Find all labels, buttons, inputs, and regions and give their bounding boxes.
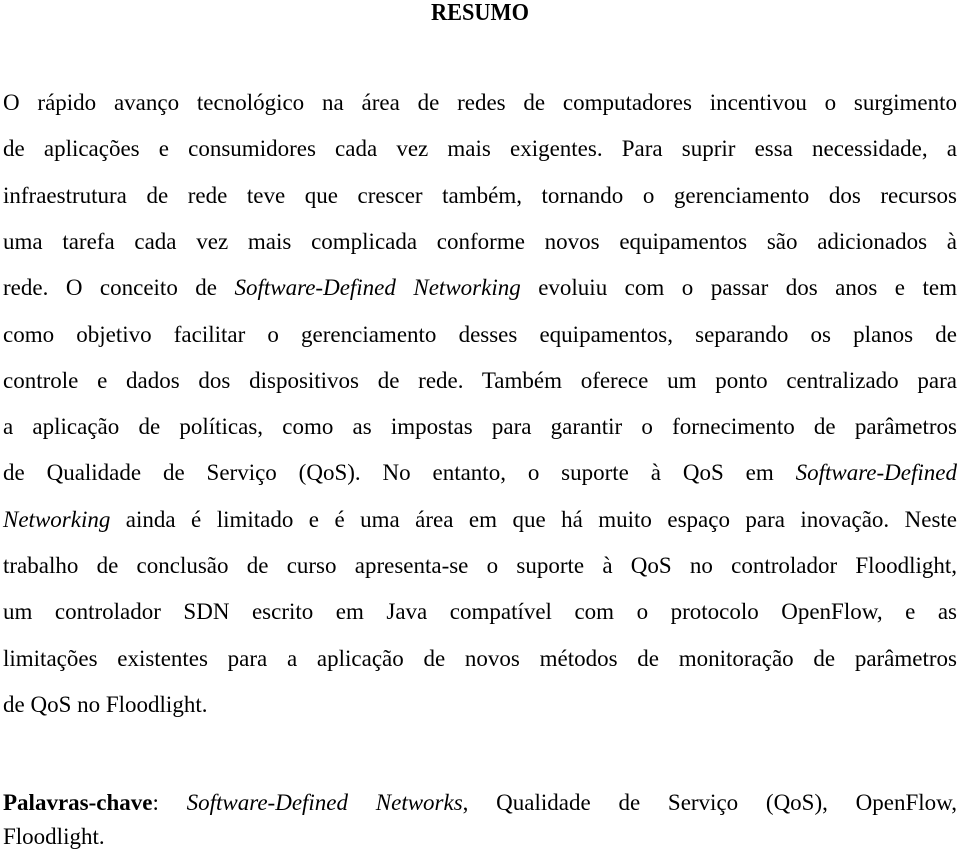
abstract-line: Networking ainda é limitado e é uma área… — [3, 505, 957, 535]
text-run: como objetivo facilitar o gerenciamento … — [3, 321, 957, 347]
abstract-line: trabalho de conclusão de curso apresenta… — [3, 551, 957, 581]
text-run: controle e dados dos dispositivos de red… — [3, 367, 957, 393]
text-run: uma tarefa cada vez mais complicada conf… — [3, 228, 957, 254]
text-run: trabalho de conclusão de curso apresenta… — [3, 553, 957, 578]
abstract-line: rede. O conceito de Software-Defined Net… — [3, 273, 957, 303]
abstract-line: O rápido avanço tecnológico na área de r… — [3, 88, 957, 118]
text-run: rede. O conceito de — [3, 275, 235, 301]
abstract-line: de QoS no Floodlight. — [3, 690, 957, 720]
text-run: Floodlight. — [3, 824, 105, 849]
text-run: de aplicações e consumidores cada vez ma… — [3, 136, 957, 162]
italic-term: Software-Defined — [795, 460, 957, 486]
text-run: , Qualidade de Serviço (QoS), OpenFlow, — [462, 790, 958, 815]
abstract-line: infraestrutura de rede teve que crescer … — [3, 181, 957, 211]
text-run: a aplicação de políticas, como as impost… — [3, 414, 957, 440]
text-run: de QoS no Floodlight. — [3, 691, 208, 717]
abstract-line: a aplicação de políticas, como as impost… — [3, 412, 957, 442]
abstract-line: como objetivo facilitar o gerenciamento … — [3, 320, 957, 350]
text-run: : — [152, 790, 187, 815]
abstract-line: de aplicações e consumidores cada vez ma… — [3, 134, 957, 164]
text-run: infraestrutura de rede teve que crescer … — [3, 182, 957, 208]
abstract-line: uma tarefa cada vez mais complicada conf… — [3, 227, 957, 257]
text-run: evoluiu com o passar dos anos e tem — [520, 275, 957, 301]
keywords-label: Palavras-chave — [3, 790, 153, 815]
text-run: O rápido avanço tecnológico na área de r… — [3, 90, 957, 115]
text-run: de Qualidade de Serviço (QoS). No entant… — [3, 460, 796, 486]
italic-term: Software-Defined Networks — [186, 790, 463, 815]
abstract-line: um controlador SDN escrito em Java compa… — [3, 597, 957, 627]
text-run: um controlador SDN escrito em Java compa… — [3, 599, 957, 625]
italic-term: Networking — [3, 506, 111, 532]
abstract-line: de Qualidade de Serviço (QoS). No entant… — [3, 458, 957, 488]
italic-term: Software-Defined Networking — [234, 275, 521, 301]
abstract-line: controle e dados dos dispositivos de red… — [3, 366, 957, 396]
abstract-title: RESUMO — [431, 0, 529, 26]
keywords-line: Floodlight. — [3, 822, 957, 852]
text-run: limitações existentes para a aplicação d… — [3, 645, 957, 671]
keywords-line: Palavras-chave: Software-Defined Network… — [3, 788, 957, 818]
abstract-line: limitações existentes para a aplicação d… — [3, 644, 957, 674]
text-run: ainda é limitado e é uma área em que há … — [110, 506, 957, 532]
